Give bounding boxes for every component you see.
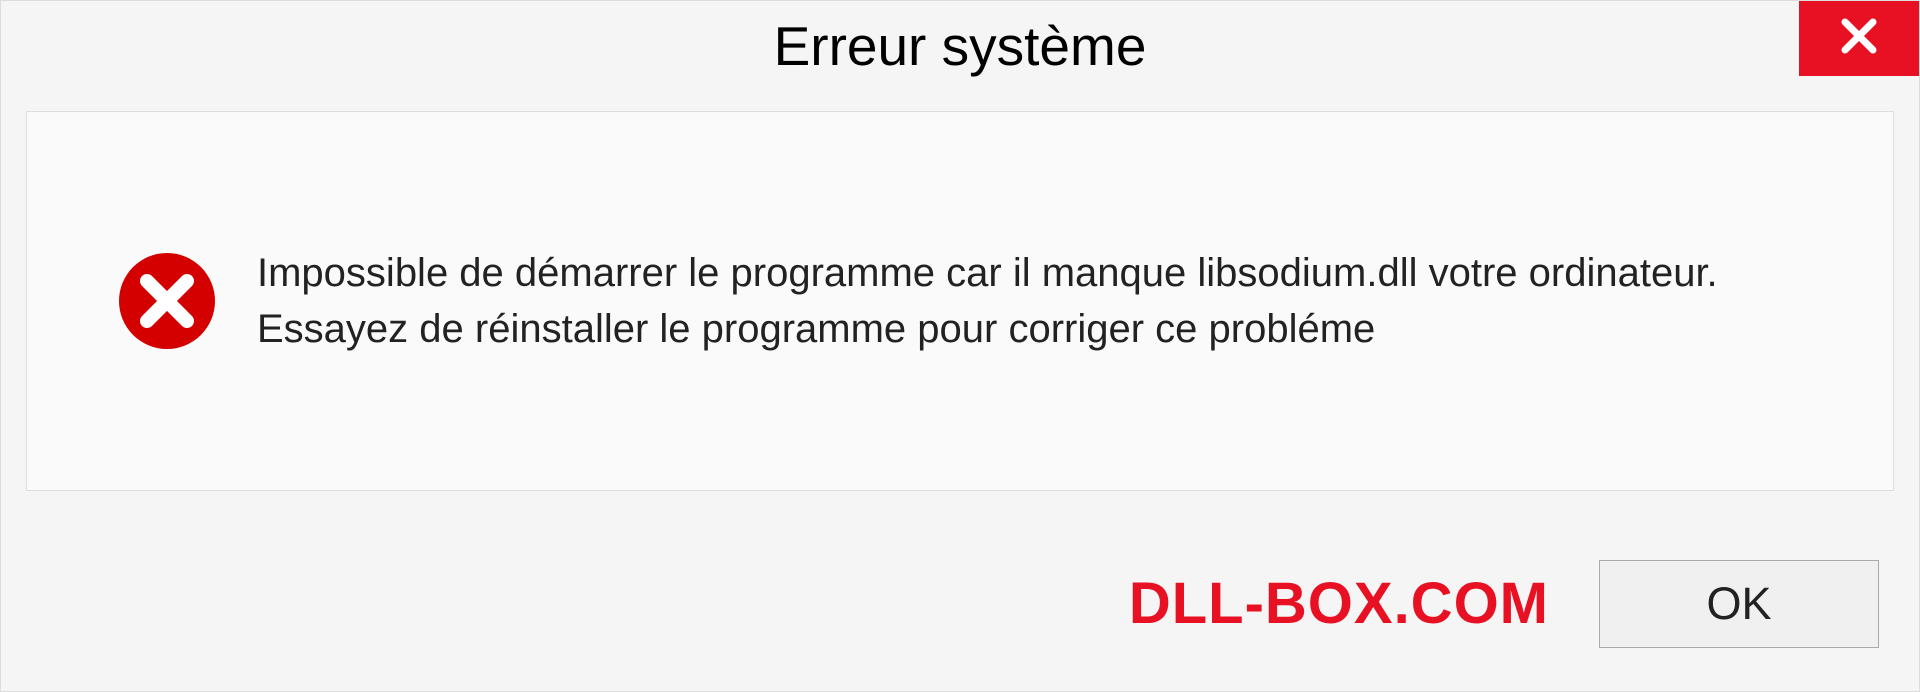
ok-button-label: OK [1706,578,1771,630]
dialog-footer: DLL-BOX.COM OK [1,541,1919,691]
ok-button[interactable]: OK [1599,560,1879,648]
titlebar: Erreur système [1,1,1919,91]
watermark-text: DLL-BOX.COM [1129,570,1549,637]
dialog-title: Erreur système [774,14,1147,78]
error-message: Impossible de démarrer le programme car … [257,245,1813,357]
close-button[interactable] [1799,1,1919,76]
error-dialog: Erreur système Impossible de démarrer le… [0,0,1920,692]
message-box: Impossible de démarrer le programme car … [26,111,1894,491]
close-icon [1838,15,1880,62]
error-icon [117,251,217,351]
